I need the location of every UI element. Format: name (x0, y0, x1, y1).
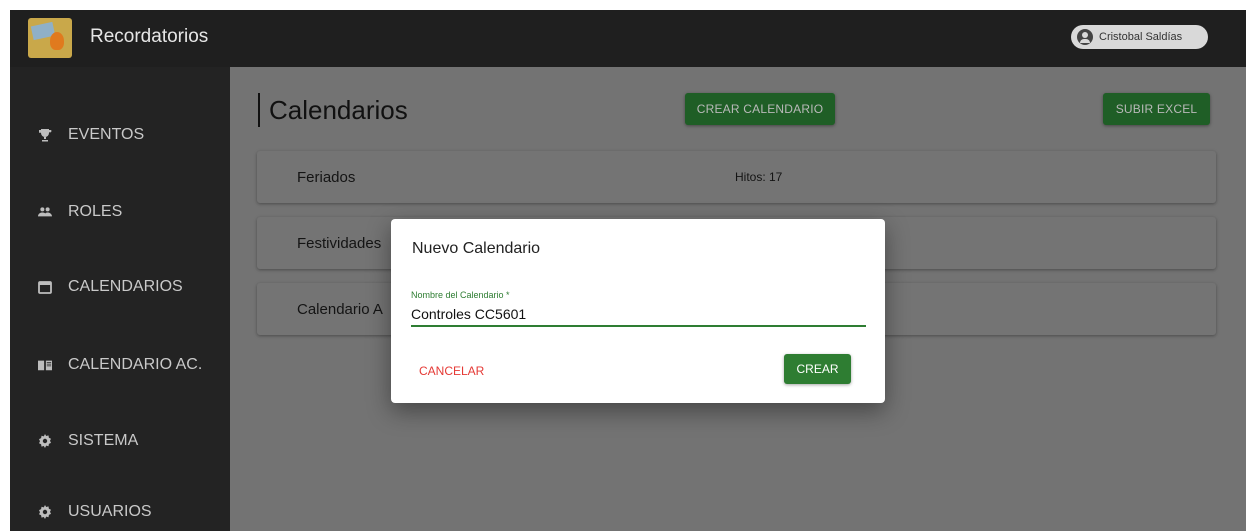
user-name: Cristobal Saldías (1099, 31, 1183, 43)
sidebar-item-calendario-ac[interactable]: CALENDARIO AC. (10, 345, 230, 385)
people-icon (38, 205, 52, 219)
sidebar-item-eventos[interactable]: EVENTOS (10, 115, 230, 155)
sidebar-item-label: CALENDARIOS (68, 278, 183, 295)
top-app-bar: Recordatorios Cristobal Saldías (10, 10, 1246, 67)
dialog-title: Nuevo Calendario (412, 240, 541, 257)
app-window: Recordatorios Cristobal Saldías EVENTOS … (10, 10, 1246, 531)
calendar-name-label: Nombre del Calendario * (411, 290, 510, 300)
trophy-icon (38, 128, 52, 142)
calendar-name: Feriados (297, 169, 356, 186)
gear-icon (38, 505, 52, 519)
new-calendar-dialog: Nuevo Calendario Nombre del Calendario *… (391, 219, 885, 403)
sidebar-item-label: USUARIOS (68, 503, 152, 520)
sidebar-item-label: SISTEMA (68, 432, 139, 449)
app-logo[interactable] (28, 18, 72, 58)
app-title: Recordatorios (90, 26, 209, 47)
calendar-name: Calendario A (297, 301, 383, 318)
sidebar-item-label: CALENDARIO AC. (68, 356, 203, 373)
upload-excel-button[interactable]: SUBIR EXCEL (1103, 93, 1210, 125)
cancel-button[interactable]: CANCELAR (419, 359, 499, 383)
title-accent-bar (258, 93, 260, 127)
user-chip[interactable]: Cristobal Saldías (1071, 25, 1208, 49)
sidebar-item-label: ROLES (68, 203, 123, 220)
gear-icon (38, 434, 52, 448)
book-icon (38, 358, 52, 372)
calendar-name-input[interactable] (411, 303, 866, 327)
logo-flame-shape (50, 32, 64, 50)
page-title: Calendarios (269, 95, 408, 125)
calendar-hitos-count: Hitos: 17 (735, 170, 783, 184)
sidebar-item-usuarios[interactable]: USUARIOS (10, 492, 230, 531)
sidebar-item-sistema[interactable]: SISTEMA (10, 421, 230, 461)
sidebar: EVENTOS ROLES CALENDARIOS CALENDARIO AC.… (10, 67, 230, 531)
sidebar-item-roles[interactable]: ROLES (10, 192, 230, 232)
create-calendar-button[interactable]: CREAR CALENDARIO (685, 93, 835, 125)
create-button[interactable]: CREAR (784, 354, 851, 384)
calendar-name: Festividades (297, 235, 382, 252)
calendar-card-feriados[interactable]: Feriados Hitos: 17 (257, 151, 1216, 203)
sidebar-item-calendarios[interactable]: CALENDARIOS (10, 267, 230, 307)
user-icon (1077, 29, 1093, 45)
sidebar-item-label: EVENTOS (68, 126, 145, 143)
calendar-icon (38, 280, 52, 294)
